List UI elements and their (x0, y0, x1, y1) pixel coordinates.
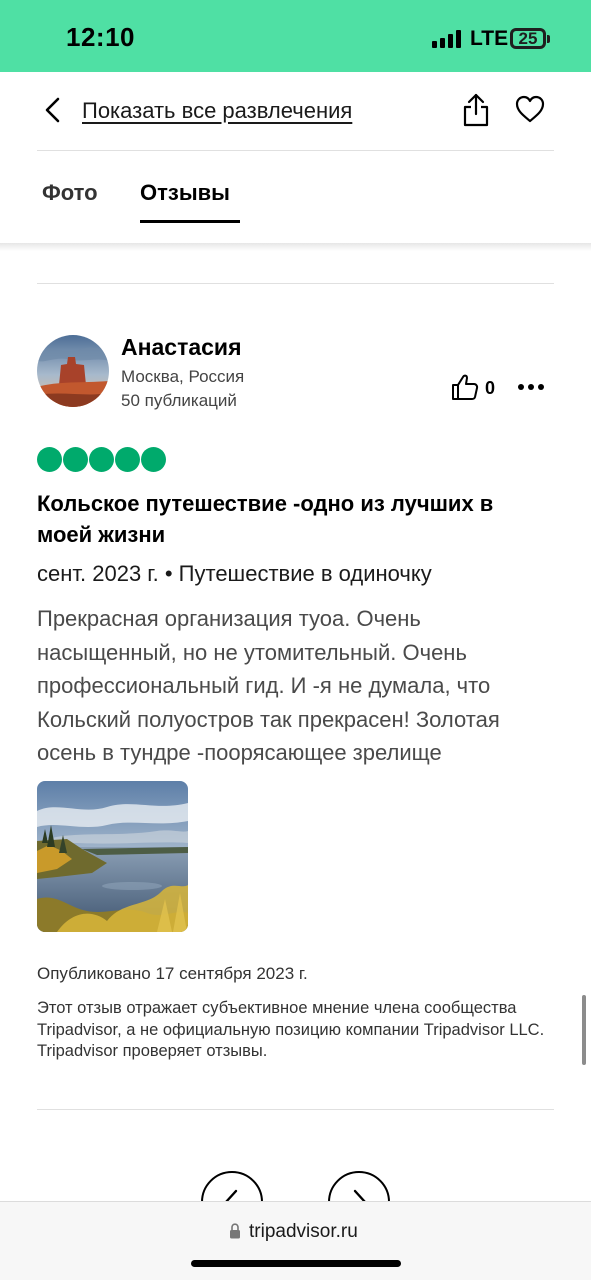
status-time: 12:10 (66, 22, 135, 52)
author-post-count: 50 публикаций (121, 391, 237, 410)
avatar[interactable] (37, 335, 109, 407)
battery-level: 25 (518, 29, 538, 48)
battery-icon: 25 (510, 28, 546, 49)
rating-bubble (115, 447, 140, 472)
status-bar: 12:10 LTE 25 (0, 0, 591, 72)
scrollbar[interactable] (582, 995, 586, 1065)
tab-reviews[interactable]: Отзывы (140, 180, 230, 206)
network-type: LTE (470, 27, 509, 50)
header-shadow (0, 243, 591, 251)
tab-bar: Фото Отзывы (0, 152, 591, 244)
heart-icon[interactable] (514, 94, 546, 124)
rating-bubble (89, 447, 114, 472)
url-address[interactable]: tripadvisor.ru (249, 1221, 358, 1243)
autumn-tundra-lake-photo (37, 781, 188, 932)
rating-bubble (63, 447, 88, 472)
review-title: Кольское путешествие -одно из лучших в м… (37, 491, 494, 547)
show-all-activities-link[interactable]: Показать все развлечения (82, 98, 352, 124)
review-photo[interactable] (37, 781, 188, 932)
top-navigation: Показать все развлечения (0, 72, 591, 152)
share-icon[interactable] (460, 92, 492, 128)
browser-url-bar: tripadvisor.ru (0, 1201, 591, 1280)
author-location: Москва, Россия (121, 367, 245, 386)
divider (37, 283, 554, 284)
avatar-desert-butte (37, 335, 109, 407)
rating-bubble (141, 447, 166, 472)
active-tab-indicator (140, 220, 240, 223)
thumbs-up-icon[interactable] (451, 373, 479, 401)
like-count: 0 (485, 378, 496, 398)
chevron-left-icon[interactable] (38, 94, 70, 126)
review-disclaimer: Этот отзыв отражает субъективное мнение … (37, 999, 545, 1060)
lock-icon (230, 1223, 240, 1239)
published-date: Опубликовано 17 сентября 2023 г. (37, 964, 308, 983)
divider (37, 1109, 554, 1110)
more-dots-icon[interactable] (518, 384, 544, 390)
author-name[interactable]: Анастасия (121, 334, 242, 361)
review-meta: сент. 2023 г. • Путешествие в одиночку (37, 561, 432, 586)
home-indicator[interactable] (191, 1260, 401, 1267)
rating-bubble (37, 447, 62, 472)
tab-photos[interactable]: Фото (42, 180, 98, 206)
review-text: Прекрасная организация туоа. Очень насыщ… (37, 606, 500, 765)
signal-strength-icon (432, 30, 462, 48)
divider (37, 150, 554, 151)
